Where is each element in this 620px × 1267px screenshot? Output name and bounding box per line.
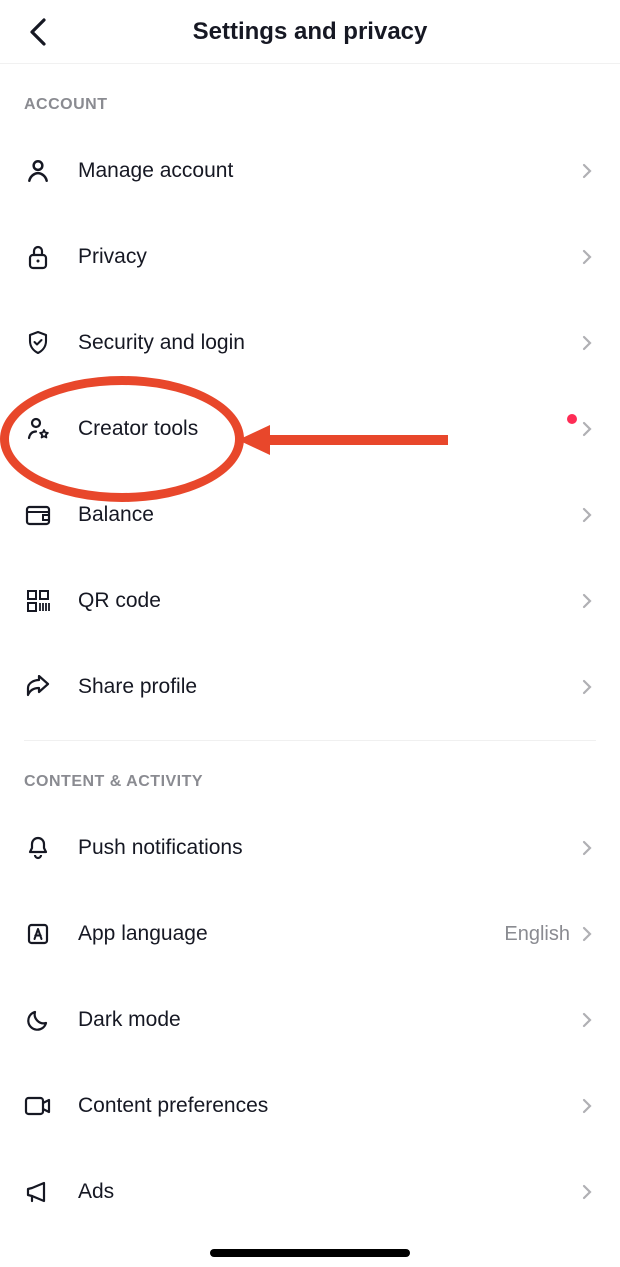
- chevron-right-icon: [582, 924, 596, 944]
- item-value: English: [504, 923, 570, 946]
- chevron-right-icon: [582, 838, 596, 858]
- qr-code-icon: [24, 587, 52, 615]
- notification-dot-icon: [567, 414, 577, 424]
- language-icon: [24, 920, 52, 948]
- item-label: Manage account: [78, 159, 582, 183]
- wallet-icon: [24, 501, 52, 529]
- chevron-right-icon: [582, 505, 596, 525]
- item-security[interactable]: Security and login: [0, 300, 620, 386]
- home-indicator: [210, 1249, 410, 1257]
- chevron-left-icon: [26, 18, 50, 46]
- item-label: Push notifications: [78, 836, 582, 860]
- lock-icon: [24, 243, 52, 271]
- header-bar: Settings and privacy: [0, 0, 620, 64]
- video-camera-icon: [24, 1092, 52, 1120]
- back-button[interactable]: [20, 14, 56, 50]
- item-label: Dark mode: [78, 1008, 582, 1032]
- item-privacy[interactable]: Privacy: [0, 214, 620, 300]
- shield-icon: [24, 329, 52, 357]
- item-label: Security and login: [78, 331, 582, 355]
- item-content-preferences[interactable]: Content preferences: [0, 1063, 620, 1149]
- chevron-right-icon: [582, 1096, 596, 1116]
- page-title: Settings and privacy: [193, 18, 428, 46]
- item-dark-mode[interactable]: Dark mode: [0, 977, 620, 1063]
- item-label: QR code: [78, 589, 582, 613]
- chevron-right-icon: [582, 333, 596, 353]
- item-label: App language: [78, 922, 504, 946]
- chevron-right-icon: [582, 1182, 596, 1202]
- item-app-language[interactable]: App language English: [0, 891, 620, 977]
- item-ads[interactable]: Ads: [0, 1149, 620, 1235]
- chevron-right-icon: [582, 677, 596, 697]
- person-star-icon: [24, 415, 52, 443]
- item-label: Creator tools: [78, 417, 572, 441]
- chevron-right-icon: [582, 419, 596, 439]
- item-share-profile[interactable]: Share profile: [0, 644, 620, 730]
- share-arrow-icon: [24, 673, 52, 701]
- chevron-right-icon: [582, 1010, 596, 1030]
- chevron-right-icon: [582, 247, 596, 267]
- moon-icon: [24, 1006, 52, 1034]
- chevron-right-icon: [582, 161, 596, 181]
- item-label: Privacy: [78, 245, 582, 269]
- megaphone-icon: [24, 1178, 52, 1206]
- item-balance[interactable]: Balance: [0, 472, 620, 558]
- item-label: Content preferences: [78, 1094, 582, 1118]
- item-creator-tools[interactable]: Creator tools: [0, 386, 620, 472]
- bell-icon: [24, 834, 52, 862]
- section-header-content: CONTENT & ACTIVITY: [0, 741, 620, 805]
- item-label: Balance: [78, 503, 582, 527]
- item-label: Share profile: [78, 675, 582, 699]
- item-push-notifications[interactable]: Push notifications: [0, 805, 620, 891]
- section-header-account: ACCOUNT: [0, 64, 620, 128]
- item-qr-code[interactable]: QR code: [0, 558, 620, 644]
- chevron-right-icon: [582, 591, 596, 611]
- item-label: Ads: [78, 1180, 582, 1204]
- item-manage-account[interactable]: Manage account: [0, 128, 620, 214]
- person-icon: [24, 157, 52, 185]
